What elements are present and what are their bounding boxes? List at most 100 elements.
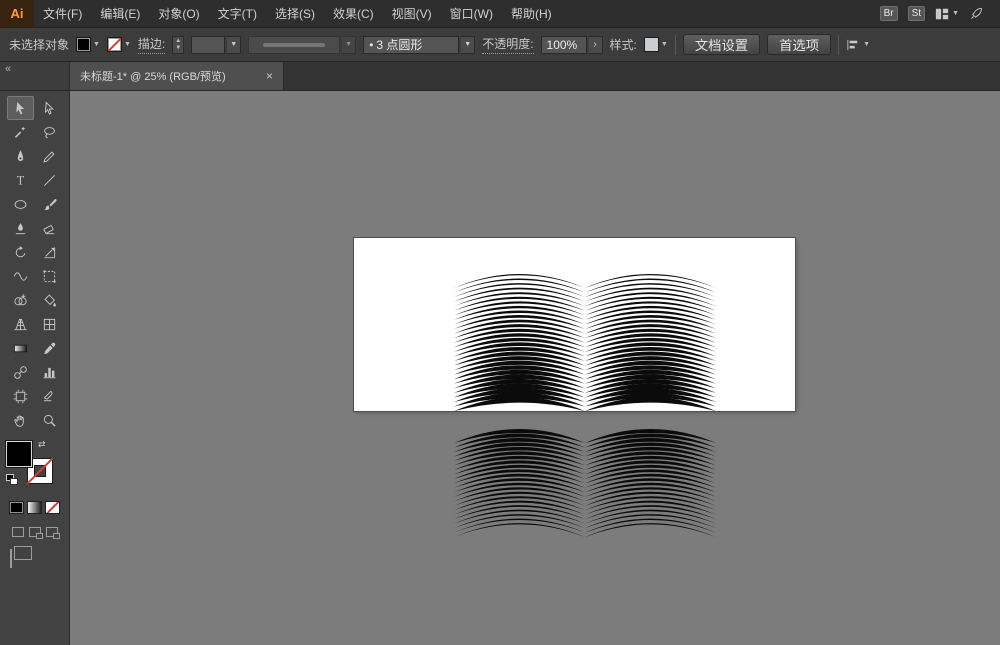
menu-item-8[interactable]: 帮助(H) bbox=[502, 0, 561, 27]
chevron-down-icon[interactable]: ▼ bbox=[227, 36, 241, 54]
selection-icon bbox=[13, 101, 28, 116]
tool-row bbox=[7, 192, 63, 216]
fill-color-control[interactable]: ▼ bbox=[76, 37, 100, 52]
magic-wand-tool[interactable] bbox=[7, 120, 34, 144]
eraser-tool[interactable] bbox=[36, 216, 63, 240]
graph-icon bbox=[42, 365, 57, 380]
blob-brush-tool[interactable] bbox=[7, 216, 34, 240]
blend-tool[interactable] bbox=[7, 360, 34, 384]
document-tab[interactable]: 未标题-1* @ 25% (RGB/预览) × bbox=[70, 62, 284, 90]
live-paint-tool[interactable] bbox=[36, 288, 63, 312]
stroke-color-control[interactable]: ▼ bbox=[107, 37, 131, 52]
zoom-icon bbox=[42, 413, 57, 428]
ellipse-tool[interactable] bbox=[7, 192, 34, 216]
chevron-down-icon[interactable]: ▼ bbox=[461, 36, 475, 54]
style-swatch[interactable] bbox=[644, 37, 659, 52]
shape-builder-tool[interactable] bbox=[7, 288, 34, 312]
hand-icon bbox=[13, 413, 28, 428]
gpu-performance-button[interactable] bbox=[969, 6, 984, 21]
slice-icon bbox=[42, 389, 57, 404]
stock-button[interactable]: St bbox=[908, 6, 925, 21]
stroke-weight-dropdown[interactable]: ▼ bbox=[191, 36, 241, 54]
pencil-tool[interactable] bbox=[36, 144, 63, 168]
bridge-button[interactable]: Br bbox=[880, 6, 898, 21]
pen-tool[interactable] bbox=[7, 144, 34, 168]
swap-fill-stroke-icon[interactable]: ⇄ bbox=[38, 439, 46, 450]
draw-normal-icon[interactable] bbox=[12, 527, 24, 537]
type-tool[interactable]: T bbox=[7, 168, 34, 192]
scale-tool[interactable] bbox=[36, 240, 63, 264]
menu-item-7[interactable]: 窗口(W) bbox=[441, 0, 502, 27]
gradient-button[interactable] bbox=[27, 501, 42, 514]
eyedropper-tool[interactable] bbox=[36, 336, 63, 360]
tool-row bbox=[7, 144, 63, 168]
free-transform-tool[interactable] bbox=[36, 264, 63, 288]
stroke-weight-label[interactable]: 描边: bbox=[138, 35, 165, 54]
default-fill-stroke-icon[interactable] bbox=[6, 474, 19, 485]
gradient-tool[interactable] bbox=[7, 336, 34, 360]
mesh-tool[interactable] bbox=[36, 312, 63, 336]
main-area: T ⇄ bbox=[0, 91, 1000, 645]
rotate-icon bbox=[13, 245, 28, 260]
stepper-up-icon[interactable]: ▲ bbox=[175, 38, 181, 44]
artboard-tool[interactable] bbox=[7, 384, 34, 408]
brush-preview-icon: • bbox=[369, 38, 373, 52]
menu-item-1[interactable]: 编辑(E) bbox=[91, 0, 149, 27]
lasso-icon bbox=[42, 125, 57, 140]
stroke-weight-stepper[interactable]: ▲▼ bbox=[172, 36, 184, 54]
fill-stroke-indicator: ⇄ bbox=[6, 441, 58, 491]
collapse-panel-icon[interactable]: « bbox=[5, 63, 11, 75]
perspective-grid-icon bbox=[13, 317, 28, 332]
menu-item-2[interactable]: 对象(O) bbox=[149, 0, 208, 27]
rotate-tool[interactable] bbox=[7, 240, 34, 264]
color-button[interactable] bbox=[9, 501, 24, 514]
arrange-documents-icon bbox=[935, 7, 949, 21]
stroke-color-swatch[interactable] bbox=[107, 37, 122, 52]
magic-wand-icon bbox=[13, 125, 28, 140]
stroke-weight-value[interactable] bbox=[191, 36, 225, 54]
width-tool[interactable] bbox=[7, 264, 34, 288]
fill-color-swatch[interactable] bbox=[76, 37, 91, 52]
pen-icon bbox=[13, 149, 28, 164]
slice-tool[interactable] bbox=[36, 384, 63, 408]
chevron-down-icon: ▼ bbox=[93, 41, 100, 48]
paintbrush-tool[interactable] bbox=[36, 192, 63, 216]
style-dropdown[interactable]: ▼ bbox=[644, 37, 668, 52]
lasso-tool[interactable] bbox=[36, 120, 63, 144]
chevron-down-icon: ▼ bbox=[952, 10, 959, 17]
none-button[interactable] bbox=[45, 501, 60, 514]
align-options-button[interactable]: ▼ bbox=[846, 39, 870, 51]
arrange-documents-button[interactable]: ▼ bbox=[935, 7, 959, 21]
menu-item-4[interactable]: 选择(S) bbox=[266, 0, 324, 27]
menu-item-0[interactable]: 文件(F) bbox=[34, 0, 91, 27]
blend-artwork[interactable] bbox=[450, 243, 720, 543]
selection-tool[interactable] bbox=[7, 96, 34, 120]
close-tab-icon[interactable]: × bbox=[266, 70, 273, 82]
menu-item-3[interactable]: 文字(T) bbox=[209, 0, 266, 27]
opacity-label[interactable]: 不透明度: bbox=[482, 35, 533, 54]
chevron-right-icon[interactable]: › bbox=[589, 36, 603, 54]
mesh-icon bbox=[42, 317, 57, 332]
hand-tool[interactable] bbox=[7, 408, 34, 432]
graph-tool[interactable] bbox=[36, 360, 63, 384]
align-icon bbox=[846, 39, 860, 51]
zoom-tool[interactable] bbox=[36, 408, 63, 432]
stepper-down-icon[interactable]: ▼ bbox=[175, 45, 181, 51]
brush-definition-dropdown[interactable]: • 3 点圆形 ▼ bbox=[363, 36, 475, 54]
preferences-button[interactable]: 首选项 bbox=[767, 34, 831, 55]
color-mode-buttons bbox=[9, 501, 60, 514]
perspective-grid-tool[interactable] bbox=[7, 312, 34, 336]
menu-item-6[interactable]: 视图(V) bbox=[383, 0, 441, 27]
draw-inside-icon[interactable] bbox=[46, 527, 58, 537]
direct-selection-tool[interactable] bbox=[36, 96, 63, 120]
app-logo: Ai bbox=[0, 0, 34, 27]
opacity-value[interactable]: 100% bbox=[541, 36, 587, 54]
line-tool[interactable] bbox=[36, 168, 63, 192]
document-canvas[interactable] bbox=[70, 91, 1000, 645]
opacity-control[interactable]: 100% › bbox=[541, 36, 603, 54]
document-setup-button[interactable]: 文档设置 bbox=[683, 34, 760, 55]
change-screen-mode-icon[interactable] bbox=[10, 549, 12, 568]
draw-behind-icon[interactable] bbox=[29, 527, 41, 537]
fill-swatch[interactable] bbox=[6, 441, 32, 467]
menu-item-5[interactable]: 效果(C) bbox=[324, 0, 383, 27]
